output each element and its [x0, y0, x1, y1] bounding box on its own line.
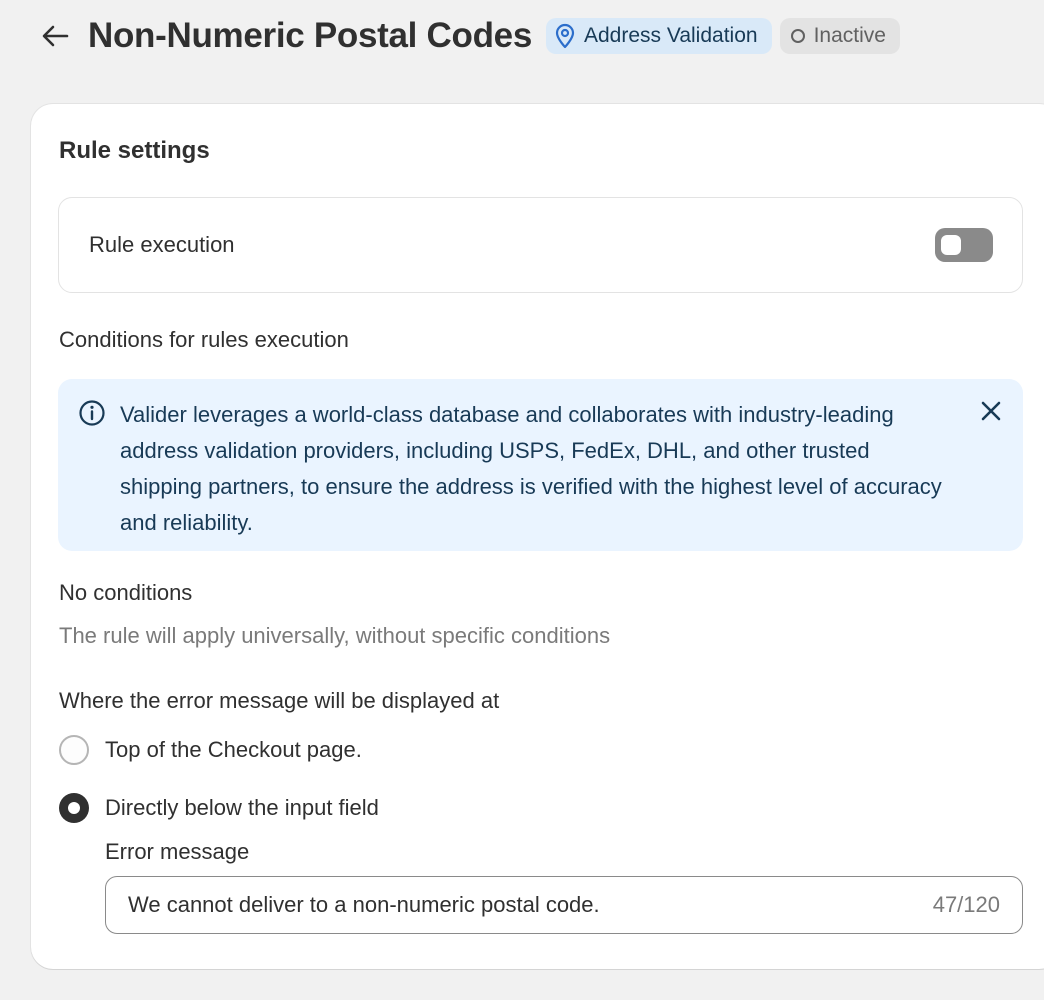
error-display-label: Where the error message will be displaye…: [59, 688, 500, 713]
page-header: Non-Numeric Postal Codes Address Validat…: [40, 14, 908, 58]
radio-option-below-input[interactable]: Directly below the input field: [59, 793, 379, 823]
circle-outline-icon: [790, 28, 806, 44]
error-message-input[interactable]: We cannot deliver to a non-numeric posta…: [105, 876, 1023, 934]
section-title: Rule settings: [59, 137, 210, 164]
info-icon: [78, 399, 106, 432]
no-conditions-description: The rule will apply universally, without…: [59, 623, 611, 648]
category-badge: Address Validation: [546, 18, 772, 54]
rule-settings-card: Rule settings Rule execution Conditions …: [31, 104, 1044, 969]
status-badge: Inactive: [779, 18, 900, 54]
close-banner-button[interactable]: [977, 397, 1005, 425]
radio-label: Directly below the input field: [105, 795, 379, 820]
toggle-knob: [941, 235, 961, 255]
radio-button-selected[interactable]: [59, 793, 89, 823]
close-icon: [981, 401, 1001, 421]
no-conditions-title: No conditions: [59, 580, 193, 605]
radio-label: Top of the Checkout page.: [105, 737, 362, 762]
info-banner-text: Valider leverages a world-class database…: [120, 402, 942, 535]
radio-option-top-of-checkout[interactable]: Top of the Checkout page.: [59, 735, 362, 765]
info-banner: Valider leverages a world-class database…: [58, 379, 1023, 551]
category-badge-label: Address Validation: [584, 24, 758, 47]
status-badge-label: Inactive: [813, 24, 886, 47]
error-message-value[interactable]: We cannot deliver to a non-numeric posta…: [128, 892, 600, 918]
conditions-label: Conditions for rules execution: [59, 327, 349, 352]
arrow-left-icon: [42, 25, 69, 47]
radio-button[interactable]: [59, 735, 89, 765]
page-title: Non-Numeric Postal Codes: [88, 16, 532, 55]
character-count: 47/120: [932, 892, 1000, 917]
rule-execution-toggle[interactable]: [935, 228, 993, 262]
rule-execution-label: Rule execution: [89, 232, 235, 257]
back-button[interactable]: [40, 21, 70, 51]
error-message-label: Error message: [105, 839, 250, 864]
rule-execution-box: Rule execution: [58, 197, 1023, 293]
location-pin-icon: [554, 23, 576, 49]
